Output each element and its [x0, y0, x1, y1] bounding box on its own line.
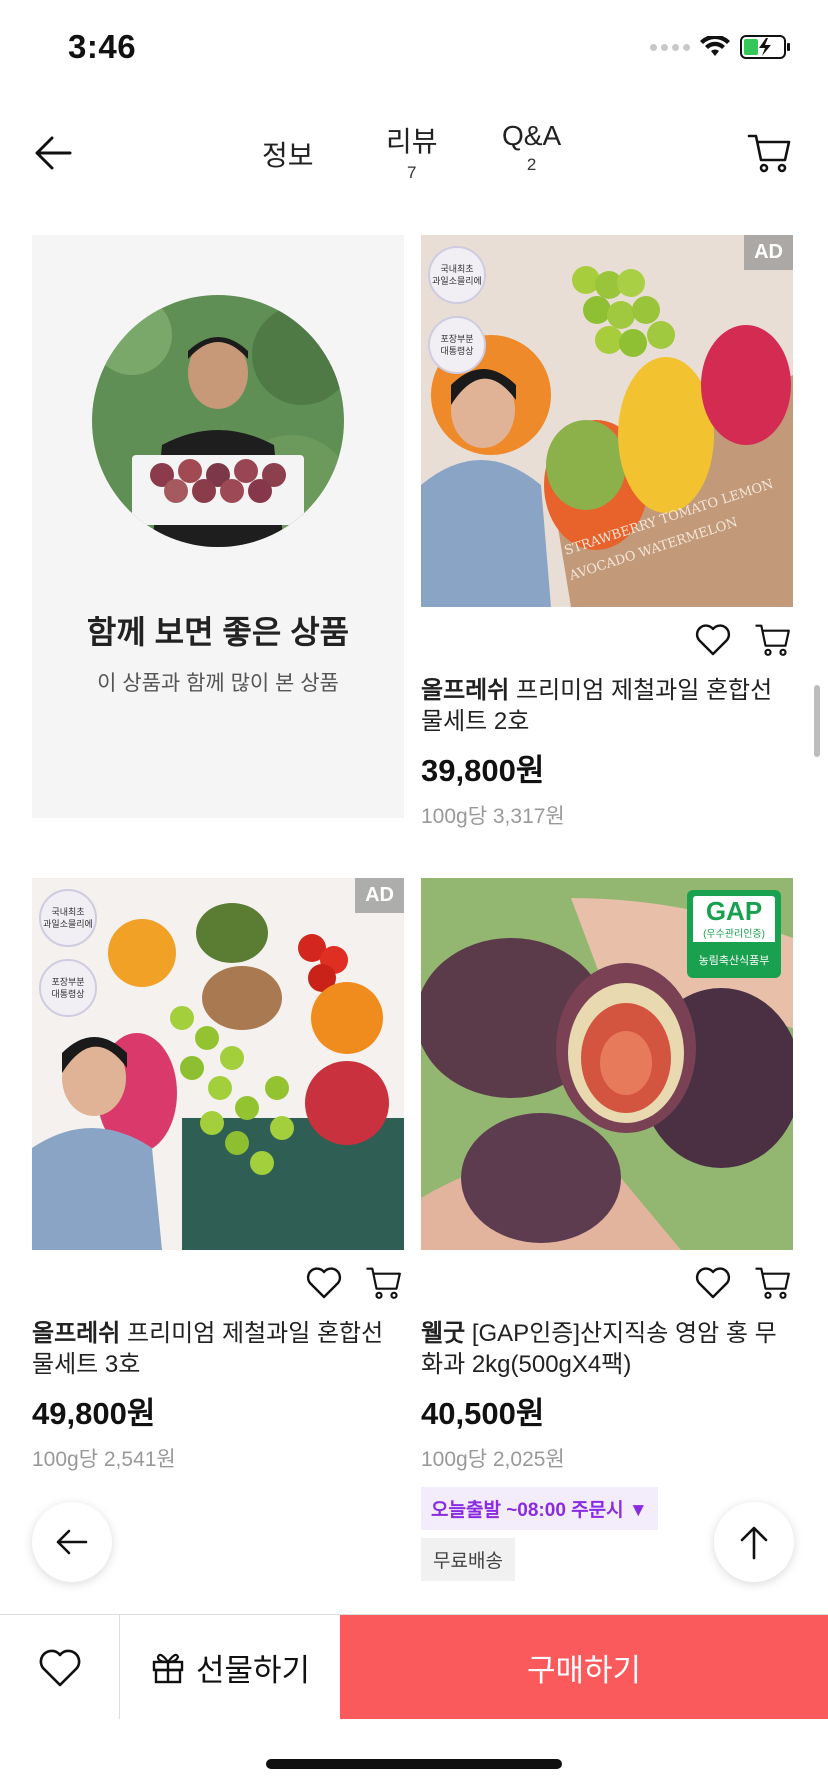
home-indicator: [266, 1759, 562, 1769]
product-image[interactable]: 국내최초 과일소믈리에 포장부분 대통령상 AD: [32, 878, 404, 1250]
signal-icon: [650, 43, 690, 51]
tab-count: 7: [407, 163, 417, 182]
tab-review[interactable]: 리뷰 7: [386, 120, 438, 183]
unit-price: 100g당 3,317원: [421, 805, 565, 828]
brand-name: 올프레쉬: [421, 677, 510, 704]
product-price: 49,800원: [32, 1396, 156, 1431]
product-info: 올프레쉬 프리미엄 제철과일 혼합선물세트 2호 39,800원 100g당 3…: [421, 675, 793, 830]
prev-button[interactable]: [32, 1502, 112, 1582]
tab-qna[interactable]: Q&A 2: [502, 120, 561, 175]
gap-title: GAP: [693, 896, 775, 927]
product-title[interactable]: 올프레쉬 프리미엄 제철과일 혼합선물세트 3호: [32, 1318, 404, 1380]
cart-icon[interactable]: [746, 128, 794, 176]
intro-title: 함께 보면 좋은 상품: [86, 614, 350, 650]
detail-tabs: 정보 리뷰 7 Q&A 2: [0, 100, 828, 210]
gap-subtitle: (우수관리인증): [693, 925, 775, 942]
heart-icon[interactable]: [304, 1262, 344, 1302]
wishlist-button[interactable]: [0, 1615, 120, 1719]
svg-text:대통령상: 대통령상: [440, 345, 473, 357]
svg-text:포장부분: 포장부분: [51, 977, 84, 988]
gap-badge: GAP (우수관리인증) 농림축산식품부: [687, 890, 781, 978]
intro-subtitle: 이 상품과 함께 많이 본 상품: [97, 672, 339, 695]
product-image[interactable]: 국내최초 과일소믈리에 포장부분 대통령상 STRAWBERRY TOMATO …: [421, 235, 793, 607]
product-name: [GAP인증]산지직송 영암 홍 무화과 2kg(500gX4팩): [421, 1320, 777, 1378]
svg-text:국내최초: 국내최초: [51, 907, 84, 918]
brand-name: 웰굿: [421, 1320, 466, 1347]
brand-name: 올프레쉬: [32, 1320, 121, 1347]
scroll-top-button[interactable]: [714, 1502, 794, 1582]
ad-badge: AD: [744, 235, 793, 270]
buy-button[interactable]: 구매하기: [340, 1615, 828, 1719]
tab-label: Q&A: [502, 120, 562, 151]
svg-text:과일소믈리에: 과일소믈리에: [432, 276, 482, 287]
cart-icon[interactable]: [753, 619, 793, 659]
card-actions: [673, 1260, 793, 1304]
purchase-bar: 선물하기 구매하기: [0, 1614, 828, 1719]
ad-badge: AD: [355, 878, 404, 913]
cart-icon[interactable]: [364, 1262, 404, 1302]
heart-icon[interactable]: [693, 619, 733, 659]
status-icons: [650, 34, 792, 60]
card-actions: [673, 617, 793, 661]
free-shipping-tag: 무료배송: [421, 1538, 515, 1581]
svg-text:대통령상: 대통령상: [51, 988, 84, 1000]
product-card[interactable]: GAP (우수관리인증) 농림축산식품부 웰굿 [GAP인증]산지직송 영암 홍…: [421, 878, 793, 1581]
recommendation-intro-card: 함께 보면 좋은 상품 이 상품과 함께 많이 본 상품: [32, 235, 404, 818]
farmer-photo: [92, 295, 344, 547]
heart-icon: [39, 1649, 80, 1687]
svg-text:국내최초: 국내최초: [440, 264, 473, 275]
status-time: 3:46: [68, 28, 137, 65]
product-title[interactable]: 웰굿 [GAP인증]산지직송 영암 홍 무화과 2kg(500gX4팩): [421, 1318, 793, 1380]
tab-info[interactable]: 정보: [262, 134, 314, 174]
delivery-tag[interactable]: 오늘출발 ~08:00 주문시 ▼: [421, 1487, 658, 1530]
gap-footer: 농림축산식품부: [698, 955, 770, 967]
cart-icon[interactable]: [753, 1262, 793, 1302]
product-card[interactable]: 국내최초 과일소믈리에 포장부분 대통령상 STRAWBERRY TOMATO …: [421, 235, 793, 828]
tab-label: 리뷰: [386, 126, 438, 157]
unit-price: 100g당 2,541원: [32, 1448, 176, 1471]
gift-button[interactable]: 선물하기: [120, 1615, 340, 1719]
up-arrow-icon: [740, 1526, 768, 1560]
unit-price: 100g당 2,025원: [421, 1448, 565, 1471]
gift-label: 선물하기: [195, 1652, 311, 1688]
status-bar: 3:46: [0, 0, 828, 100]
product-image[interactable]: GAP (우수관리인증) 농림축산식품부: [421, 878, 793, 1250]
svg-text:포장부분: 포장부분: [440, 334, 473, 345]
product-price: 40,500원: [421, 1396, 545, 1431]
tab-count: 2: [526, 155, 537, 174]
card-actions: [284, 1260, 404, 1304]
battery-icon: [740, 35, 790, 59]
product-price: 39,800원: [421, 753, 545, 788]
scrollbar[interactable]: [814, 685, 820, 757]
product-card[interactable]: 국내최초 과일소믈리에 포장부분 대통령상 AD 올프레쉬 프리미엄 제철과일 …: [32, 878, 404, 1471]
tab-label: 정보: [262, 140, 314, 171]
product-title[interactable]: 올프레쉬 프리미엄 제철과일 혼합선물세트 2호: [421, 675, 793, 737]
product-header: 정보 리뷰 7 Q&A 2: [0, 100, 828, 210]
wifi-icon: [700, 36, 730, 56]
left-arrow-icon: [56, 1529, 88, 1555]
product-info: 올프레쉬 프리미엄 제철과일 혼합선물세트 3호 49,800원 100g당 2…: [32, 1318, 404, 1473]
gift-icon: [152, 1653, 184, 1684]
heart-icon[interactable]: [693, 1262, 733, 1302]
svg-text:과일소믈리에: 과일소믈리에: [43, 919, 93, 930]
